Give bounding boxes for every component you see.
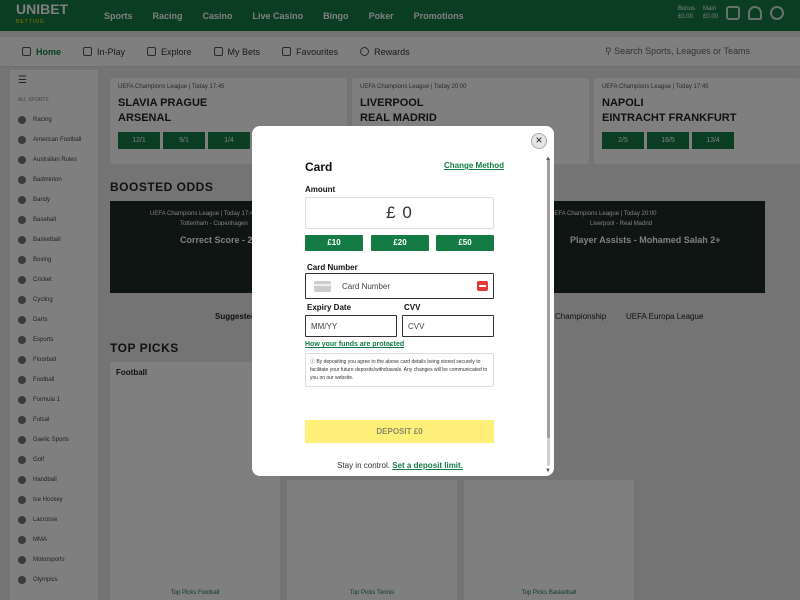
scroll-up-icon[interactable]: ▲ <box>545 156 551 162</box>
change-method-link[interactable]: Change Method <box>444 161 504 170</box>
quick-amount-50-button[interactable]: £50 <box>436 235 494 251</box>
expiry-label: Expiry Date <box>307 303 352 312</box>
stay-in-control-text: Stay in control. <box>337 461 390 470</box>
amount-input[interactable]: £ 0 <box>305 197 494 229</box>
card-number-label: Card Number <box>307 263 358 272</box>
expiry-field[interactable]: MM/YY <box>305 315 397 337</box>
card-number-placeholder: Card Number <box>342 281 391 291</box>
close-icon[interactable]: × <box>531 133 547 149</box>
cvv-field[interactable]: CVV <box>402 315 494 337</box>
expiry-placeholder: MM/YY <box>311 321 338 331</box>
cvv-placeholder: CVV <box>408 321 425 331</box>
credit-card-icon <box>314 280 331 292</box>
card-number-field[interactable]: Card Number <box>305 273 494 299</box>
quick-amount-10-button[interactable]: £10 <box>305 235 363 251</box>
info-text: By depositing you agree to the above car… <box>310 359 488 381</box>
amount-label: Amount <box>305 185 336 194</box>
deposit-limit-row: Stay in control. Set a deposit limit. <box>252 461 548 470</box>
deposit-modal: × ▲ ▼ Card Change Method Amount £ 0 £10 … <box>252 126 554 476</box>
chevron-down-icon[interactable]: ⌄ <box>387 339 394 348</box>
cvv-label: CVV <box>404 303 421 312</box>
quick-amount-20-button[interactable]: £20 <box>371 235 429 251</box>
deposit-limit-link[interactable]: Set a deposit limit. <box>392 461 463 470</box>
info-notice: ⓘ By depositing you agree to the above c… <box>305 353 494 387</box>
deposit-button[interactable]: DEPOSIT £0 <box>305 420 494 443</box>
scrollbar-thumb[interactable] <box>547 158 550 438</box>
modal-title: Card <box>305 160 333 174</box>
modal-scrollbar[interactable] <box>547 158 550 466</box>
card-scan-icon <box>477 281 488 291</box>
